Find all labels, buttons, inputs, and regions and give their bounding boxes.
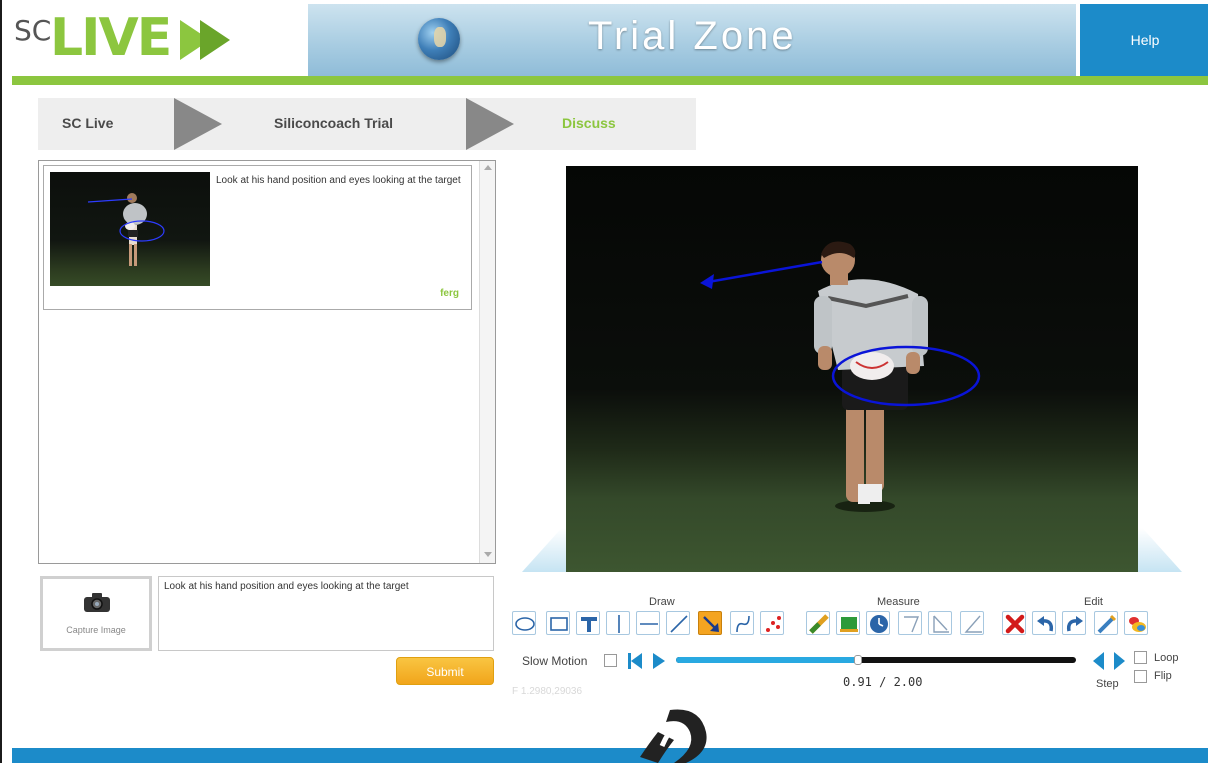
flip-label: Flip (1154, 670, 1172, 682)
redo-icon[interactable] (1062, 611, 1086, 635)
draw-group-label: Draw (649, 596, 675, 608)
video-frame (700, 241, 981, 512)
header-divider (12, 76, 1208, 85)
area-measure-icon[interactable] (836, 611, 860, 635)
step-label: Step (1096, 678, 1119, 690)
timer-measure-icon[interactable] (866, 611, 890, 635)
vertical-line-tool-icon[interactable] (606, 611, 630, 635)
comment-item[interactable]: Look at his hand position and eyes looki… (43, 165, 472, 310)
scroll-down-icon[interactable] (484, 552, 492, 557)
scroll-up-icon[interactable] (484, 165, 492, 170)
step-arrows-icon[interactable] (1092, 651, 1126, 671)
header: SC LIVE Trial Zone Help (12, 4, 1208, 76)
logo-arrow-icon-2 (200, 20, 230, 60)
line-tool-icon[interactable] (666, 611, 690, 635)
play-icon[interactable] (652, 652, 666, 670)
capture-image-button[interactable]: Capture Image (40, 576, 152, 651)
loop-checkbox[interactable] (1134, 651, 1147, 664)
video-player[interactable] (566, 166, 1138, 572)
comment-text: Look at his hand position and eyes looki… (216, 175, 461, 186)
undo-icon[interactable] (1032, 611, 1056, 635)
curve-tool-icon[interactable] (730, 611, 754, 635)
angle-right-measure-icon[interactable] (928, 611, 952, 635)
title-banner: Trial Zone (308, 4, 1076, 76)
help-button[interactable]: Help (1080, 4, 1208, 76)
text-tool-icon[interactable] (576, 611, 600, 635)
edit-group-label: Edit (1084, 596, 1103, 608)
angle-measure-icon[interactable] (960, 611, 984, 635)
loop-label: Loop (1154, 652, 1179, 664)
breadcrumb: SC Live Siliconcoach Trial Discuss (38, 98, 696, 150)
flip-checkbox[interactable] (1134, 670, 1147, 683)
skip-back-icon[interactable] (628, 652, 642, 670)
app-window: SC LIVE Trial Zone Help SC Live Siliconc… (0, 0, 1208, 763)
color-settings-icon[interactable] (1124, 611, 1148, 635)
comment-thumbnail[interactable] (50, 172, 210, 286)
slow-motion-checkbox[interactable] (604, 654, 617, 667)
breadcrumb-item-sc-live[interactable]: SC Live (62, 115, 113, 131)
coordinate-readout: F 1.2980,29036 (512, 686, 583, 697)
timeline-slider[interactable] (676, 655, 1076, 665)
page-title: Trial Zone (588, 14, 797, 58)
comment-author[interactable]: ferg (440, 288, 459, 299)
camera-icon (84, 593, 110, 612)
submit-button[interactable]: Submit (396, 657, 494, 685)
points-tool-icon[interactable] (760, 611, 784, 635)
time-readout: 0.91 / 2.00 (843, 675, 923, 689)
comment-list[interactable]: Look at his hand position and eyes looki… (38, 160, 496, 564)
measure-group-label: Measure (877, 596, 920, 608)
timeline-progress (676, 657, 858, 663)
comment-input[interactable]: Look at his hand position and eyes looki… (158, 576, 494, 651)
arrow-tool-icon[interactable] (698, 611, 722, 635)
logo-main: LIVE (50, 8, 172, 68)
rectangle-tool-icon[interactable] (546, 611, 570, 635)
comment-list-scrollbar[interactable] (479, 161, 495, 563)
ellipse-tool-icon[interactable] (512, 611, 536, 635)
horizontal-line-tool-icon[interactable] (636, 611, 660, 635)
breadcrumb-chevron-icon (466, 98, 514, 150)
pen-settings-icon[interactable] (1094, 611, 1118, 635)
slow-motion-label: Slow Motion (522, 654, 588, 668)
siliconcoach-logo-icon (640, 709, 707, 763)
logo-prefix: SC (14, 14, 52, 47)
timeline-handle[interactable] (854, 655, 862, 665)
sc-live-logo: SC LIVE (12, 4, 308, 76)
ruler-measure-icon[interactable] (806, 611, 830, 635)
breadcrumb-item-siliconcoach-trial[interactable]: Siliconcoach Trial (274, 115, 393, 131)
breadcrumb-chevron-icon (174, 98, 222, 150)
breadcrumb-item-discuss: Discuss (562, 115, 616, 131)
delete-icon[interactable] (1002, 611, 1026, 635)
globe-icon (418, 18, 460, 60)
capture-image-label: Capture Image (66, 625, 126, 635)
angle-up-measure-icon[interactable] (898, 611, 922, 635)
